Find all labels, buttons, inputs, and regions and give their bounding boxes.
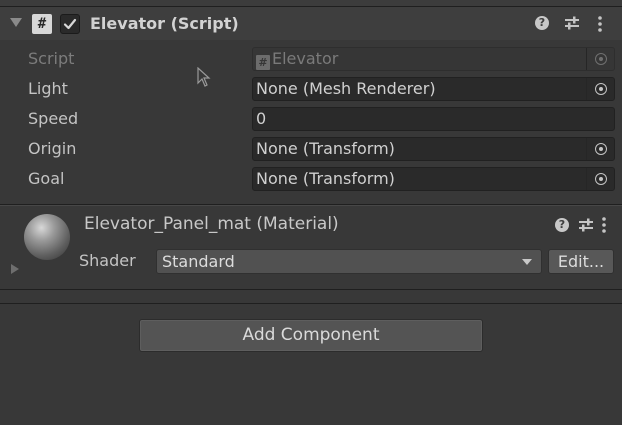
shader-dropdown[interactable]: Standard [156, 249, 542, 274]
object-picker-button[interactable] [586, 168, 614, 190]
prop-label-speed: Speed [28, 109, 79, 128]
material-help-icon[interactable]: ? [555, 218, 569, 232]
goal-field-value: None (Transform) [256, 169, 395, 188]
light-field[interactable]: None (Mesh Renderer) [252, 77, 615, 101]
mouse-cursor-icon [197, 67, 211, 87]
material-divider [0, 289, 622, 290]
script-component-header[interactable]: # Elevator (Script) ? [0, 6, 622, 40]
material-foldout-icon[interactable] [11, 264, 19, 274]
kebab-menu-icon[interactable] [597, 16, 603, 32]
origin-field-value: None (Transform) [256, 139, 395, 158]
prop-label-light: Light [28, 79, 68, 98]
light-field-value: None (Mesh Renderer) [256, 79, 436, 98]
prop-label-origin: Origin [28, 139, 77, 158]
script-hash-icon: # [32, 14, 52, 34]
add-component-button[interactable]: Add Component [139, 319, 483, 352]
prop-label-script: Script [28, 49, 75, 68]
speed-field-value: 0 [256, 109, 267, 128]
object-picker-button [586, 48, 614, 70]
object-picker-icon [595, 53, 607, 65]
object-picker-button[interactable] [586, 138, 614, 160]
prop-label-goal: Goal [28, 169, 65, 188]
shader-dropdown-value: Standard [162, 252, 235, 271]
script-field-value: Elevator [272, 49, 339, 68]
material-presets-icon[interactable] [578, 218, 594, 232]
origin-field[interactable]: None (Transform) [252, 137, 615, 161]
material-title: Elevator_Panel_mat (Material) [84, 214, 339, 234]
shader-label: Shader [79, 251, 136, 270]
material-kebab-menu-icon[interactable] [601, 217, 607, 233]
help-icon[interactable]: ? [535, 16, 549, 30]
object-picker-icon [595, 143, 607, 155]
foldout-arrow-icon[interactable] [10, 18, 22, 27]
checkmark-icon [63, 18, 77, 30]
speed-field[interactable]: 0 [252, 107, 615, 131]
material-preview-sphere [24, 214, 70, 260]
script-field: # Elevator [252, 47, 615, 71]
component-title: Elevator (Script) [90, 14, 239, 33]
dropdown-arrow-icon [522, 259, 532, 265]
shader-edit-button[interactable]: Edit... [548, 249, 614, 274]
component-divider-highlight [0, 205, 622, 206]
inspector-panel: # Elevator (Script) ? Script # Elevator L… [0, 0, 622, 425]
presets-icon[interactable] [564, 16, 580, 30]
component-enabled-checkbox[interactable] [60, 14, 80, 34]
add-component-divider [0, 303, 622, 304]
script-file-icon: # [256, 55, 270, 70]
goal-field[interactable]: None (Transform) [252, 167, 615, 191]
object-picker-icon [595, 83, 607, 95]
object-picker-icon [595, 173, 607, 185]
object-picker-button[interactable] [586, 78, 614, 100]
